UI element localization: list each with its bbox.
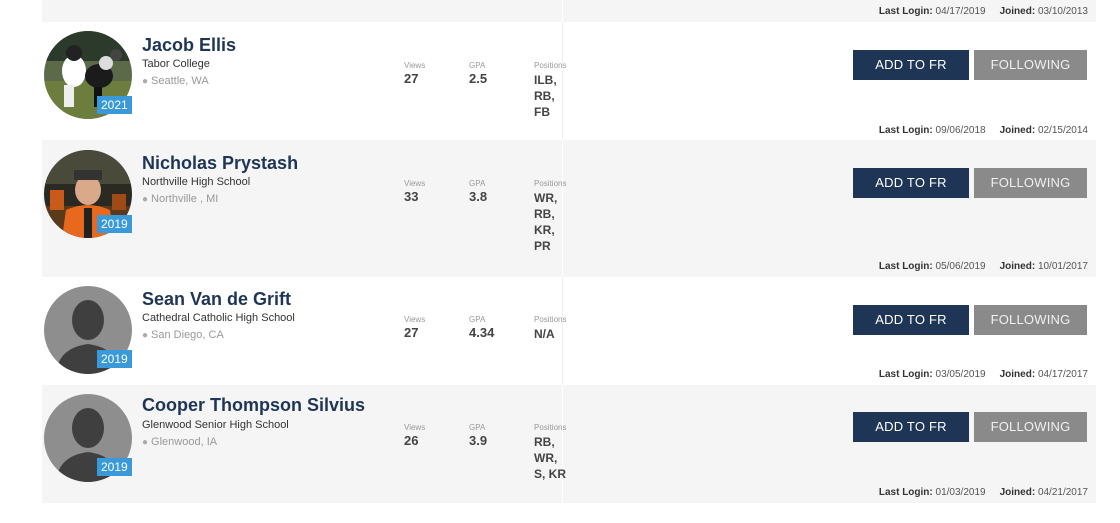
- athlete-school: Northville High School: [142, 176, 251, 188]
- following-button[interactable]: FOLLOWING: [974, 168, 1087, 198]
- class-year-badge: 2019: [97, 350, 132, 368]
- gpa-value: 3.9: [469, 433, 488, 448]
- gpa-value: 4.34: [469, 325, 495, 340]
- gpa-value: 2.5: [469, 71, 488, 86]
- class-year-badge: 2021: [97, 96, 132, 114]
- gpa-label: GPA: [469, 61, 486, 70]
- views-value: 33: [404, 189, 419, 204]
- position-item: S, KR: [534, 467, 567, 481]
- views-label: Views: [404, 423, 426, 432]
- column-divider: [562, 140, 563, 277]
- positions-label: Positions: [534, 423, 567, 432]
- login-joined-meta: Last Login: 05/06/2019 Joined: 10/01/2017: [878, 261, 1088, 272]
- login-joined-meta: Last Login: 01/03/2019 Joined: 04/21/2017: [878, 487, 1088, 498]
- column-divider: [562, 0, 563, 22]
- athlete-location: ● Seattle, WA: [142, 75, 209, 87]
- athlete-location: ● San Diego, CA: [142, 329, 224, 341]
- athlete-location: ● Glenwood, IA: [142, 436, 218, 448]
- column-divider: [562, 22, 563, 140]
- athlete-name[interactable]: Cooper Thompson Silvius: [142, 395, 365, 416]
- positions-list: WR, RB, KR, PR: [534, 190, 557, 254]
- athlete-row: 2021 Jacob Ellis Tabor College ● Seattle,…: [42, 22, 1096, 140]
- add-to-fr-button[interactable]: ADD TO FR: [853, 412, 969, 442]
- positions-label: Positions: [534, 61, 567, 70]
- gpa-label: GPA: [469, 179, 486, 188]
- gpa-label: GPA: [469, 315, 486, 324]
- column-divider: [562, 277, 563, 385]
- position-item: RB,: [534, 207, 555, 221]
- following-button[interactable]: FOLLOWING: [974, 50, 1087, 80]
- login-joined-meta: Last Login: 09/06/2018 Joined: 02/15/2014: [878, 125, 1088, 136]
- position-item: WR,: [534, 451, 558, 465]
- add-to-fr-button[interactable]: ADD TO FR: [853, 168, 969, 198]
- athlete-row: 2019 Nicholas Prystash Northville High S…: [42, 140, 1096, 277]
- athlete-name[interactable]: Jacob Ellis: [142, 35, 236, 56]
- following-button[interactable]: FOLLOWING: [974, 305, 1087, 335]
- previous-row-meta: Last Login: 04/17/2019 Joined: 03/10/2013: [878, 6, 1088, 17]
- views-value: 27: [404, 325, 419, 340]
- athlete-location: ● Northville , MI: [142, 193, 219, 205]
- login-joined-meta: Last Login: 03/05/2019 Joined: 04/17/2017: [878, 369, 1088, 380]
- views-label: Views: [404, 61, 426, 70]
- views-label: Views: [404, 179, 426, 188]
- position-item: FB: [534, 105, 550, 119]
- position-item: N/A: [534, 327, 555, 341]
- add-to-fr-button[interactable]: ADD TO FR: [853, 50, 969, 80]
- map-pin-icon: ●: [142, 194, 149, 205]
- positions-label: Positions: [534, 179, 567, 188]
- positions-list: N/A: [534, 326, 555, 342]
- views-value: 27: [404, 71, 419, 86]
- gpa-label: GPA: [469, 423, 486, 432]
- gpa-value: 3.8: [469, 189, 488, 204]
- views-value: 26: [404, 433, 419, 448]
- map-pin-icon: ●: [142, 76, 149, 87]
- map-pin-icon: ●: [142, 330, 149, 341]
- athlete-school: Glenwood Senior High School: [142, 419, 289, 431]
- athlete-name[interactable]: Sean Van de Grift: [142, 289, 291, 310]
- athlete-name[interactable]: Nicholas Prystash: [142, 153, 298, 174]
- class-year-badge: 2019: [97, 458, 132, 476]
- athlete-school: Cathedral Catholic High School: [142, 312, 295, 324]
- following-button[interactable]: FOLLOWING: [974, 412, 1087, 442]
- add-to-fr-button[interactable]: ADD TO FR: [853, 305, 969, 335]
- views-label: Views: [404, 315, 426, 324]
- positions-label: Positions: [534, 315, 567, 324]
- previous-row-tail: Last Login: 04/17/2019 Joined: 03/10/2013: [42, 0, 1096, 22]
- athlete-row: 2019 Sean Van de Grift Cathedral Catholi…: [42, 277, 1096, 385]
- athlete-school: Tabor College: [142, 58, 210, 70]
- positions-list: RB, WR, S, KR: [534, 434, 566, 482]
- position-item: PR: [534, 239, 551, 253]
- position-item: RB,: [534, 89, 555, 103]
- athlete-row: 2019 Cooper Thompson Silvius Glenwood Se…: [42, 385, 1096, 503]
- position-item: ILB,: [534, 73, 557, 87]
- class-year-badge: 2019: [97, 215, 132, 233]
- position-item: RB,: [534, 435, 555, 449]
- position-item: WR,: [534, 191, 558, 205]
- map-pin-icon: ●: [142, 437, 149, 448]
- position-item: KR,: [534, 223, 555, 237]
- positions-list: ILB, RB, FB: [534, 72, 557, 120]
